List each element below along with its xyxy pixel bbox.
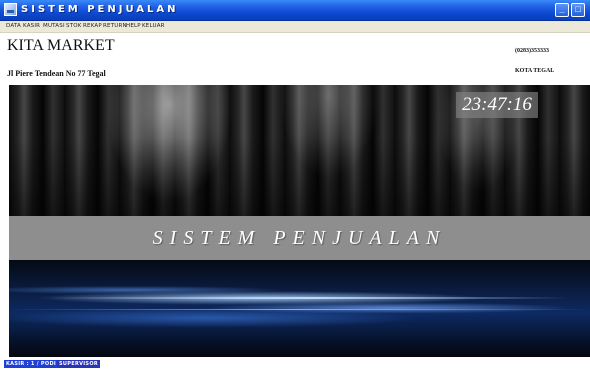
menu-item-data[interactable]: DATA [6,21,21,32]
menu-item-keluar[interactable]: KELUAR [142,21,165,32]
clock-display: 23:47:16 [456,92,538,118]
store-header: KITA MARKET Jl Piere Tendean No 77 Tegal… [0,33,590,87]
menu-bar: DATA KASIR MUTASI STOK REKAP RETURN HELP… [0,21,590,33]
maximize-button[interactable]: □ [571,3,585,17]
status-role-badge: SUPERVISOR [57,360,101,368]
menu-item-mutasi[interactable]: MUTASI [43,21,65,32]
store-city: KOTA TEGAL [515,68,555,74]
light-streak [9,309,590,310]
menu-item-return[interactable]: RETURN [103,21,127,32]
menu-item-kasir[interactable]: KASIR [23,21,40,32]
banner: 23:47:16 SISTEM PENJUALAN [9,85,590,357]
store-address: Jl Piere Tendean No 77 Tegal [7,69,106,78]
banner-title: SISTEM PENJUALAN [152,227,447,249]
title-band: SISTEM PENJUALAN [9,216,590,260]
light-streak [49,297,569,299]
menu-item-help[interactable]: HELP [126,21,141,32]
title-bar: SISTEM PENJUALAN _ □ [0,0,590,21]
window-title: SISTEM PENJUALAN [21,4,179,15]
app-icon[interactable] [4,3,17,16]
store-name: KITA MARKET [7,37,115,54]
menu-item-rekap[interactable]: REKAP [83,21,102,32]
status-kasir: KASIR : 1 / PODI [4,360,59,368]
store-phone: (0283)353333 [515,48,549,54]
status-bar: KASIR : 1 / PODI SUPERVISOR [0,358,590,369]
menu-item-stok[interactable]: STOK [66,21,82,32]
minimize-button[interactable]: _ [555,3,569,17]
